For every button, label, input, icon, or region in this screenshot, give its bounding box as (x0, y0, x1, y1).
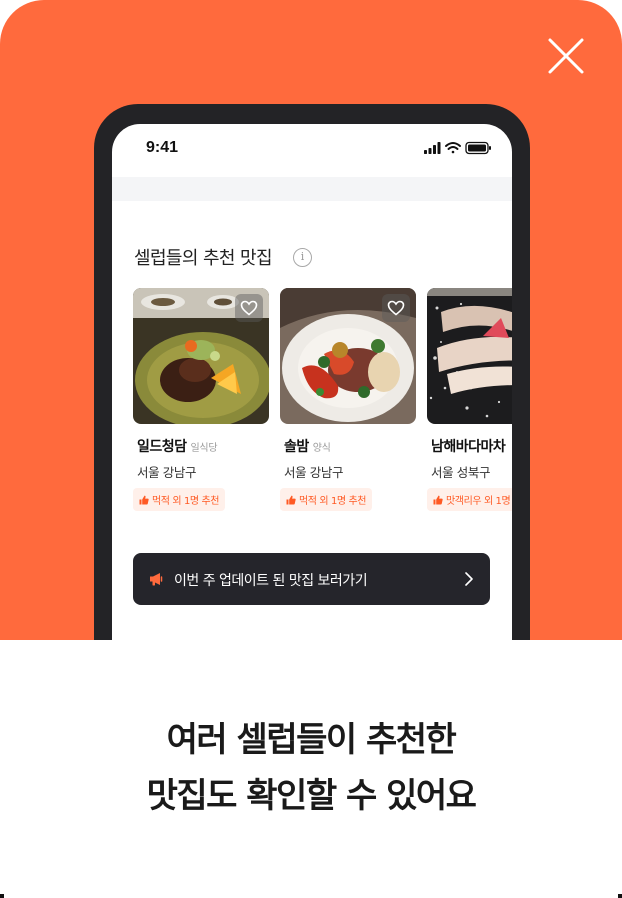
info-icon[interactable]: i (293, 248, 312, 267)
section-divider (112, 177, 512, 201)
restaurant-category: 일식당 (190, 443, 218, 454)
thumbs-up-icon (433, 495, 443, 504)
restaurant-photo (280, 288, 416, 424)
favorite-button[interactable] (235, 294, 263, 322)
megaphone-icon (150, 573, 163, 586)
restaurant-name: 솔밤 양식 (284, 439, 331, 455)
weekly-update-button[interactable]: 이번 주 업데이트 된 맛집 보러가기 (133, 553, 490, 605)
restaurant-location: 서울 강남구 (284, 465, 344, 480)
restaurant-name: 일드청담 일식당 (137, 439, 218, 455)
restaurant-category: 양식 (312, 443, 331, 454)
phone-screen: 9:41 셀럽들의 추천 맛집 i 일드청담 일식당 서울 강남구 먹적 외 1… (112, 124, 512, 684)
restaurant-name: 남해바다마차 (431, 439, 506, 455)
restaurant-location: 서울 성북구 (431, 465, 491, 480)
recommend-badge: 먹적 외 1명 추천 (280, 488, 373, 511)
status-time: 9:41 (146, 139, 179, 156)
headline-line-2: 맛집도 확인할 수 있어요 (146, 776, 477, 816)
battery-icon (465, 141, 491, 155)
status-icons (424, 141, 491, 155)
section-title: 셀럽들의 추천 맛집 (134, 248, 273, 269)
favorite-button[interactable] (382, 294, 410, 322)
thumbs-up-icon (286, 495, 296, 504)
corner-mark (0, 894, 4, 898)
heart-icon (240, 300, 258, 316)
restaurant-carousel[interactable]: 일드청담 일식당 서울 강남구 먹적 외 1명 추천 솔밤 양식 서울 강남구 … (133, 288, 512, 518)
status-bar: 9:41 (112, 124, 512, 176)
signal-icon (424, 142, 441, 154)
weekly-update-label: 이번 주 업데이트 된 맛집 보러가기 (174, 573, 368, 589)
caption-area: 여러 셀럽들이 추천한 맛집도 확인할 수 있어요 (0, 640, 622, 898)
restaurant-photo (133, 288, 269, 424)
wifi-icon (445, 142, 461, 154)
chevron-right-icon (465, 572, 473, 586)
close-icon[interactable] (546, 36, 586, 76)
recommend-badge: 먹적 외 1명 추천 (133, 488, 226, 511)
promo-headline: 여러 셀럽들이 추천한 맛집도 확인할 수 있어요 (0, 712, 622, 824)
thumbs-up-icon (139, 495, 149, 504)
heart-icon (387, 300, 405, 316)
food-photo-image (427, 288, 512, 424)
restaurant-photo (427, 288, 512, 424)
headline-line-1: 여러 셀럽들이 추천한 (166, 720, 457, 760)
recommend-badge: 맛객리우 외 1명 (427, 488, 512, 511)
corner-mark (618, 894, 622, 898)
restaurant-location: 서울 강남구 (137, 465, 197, 480)
